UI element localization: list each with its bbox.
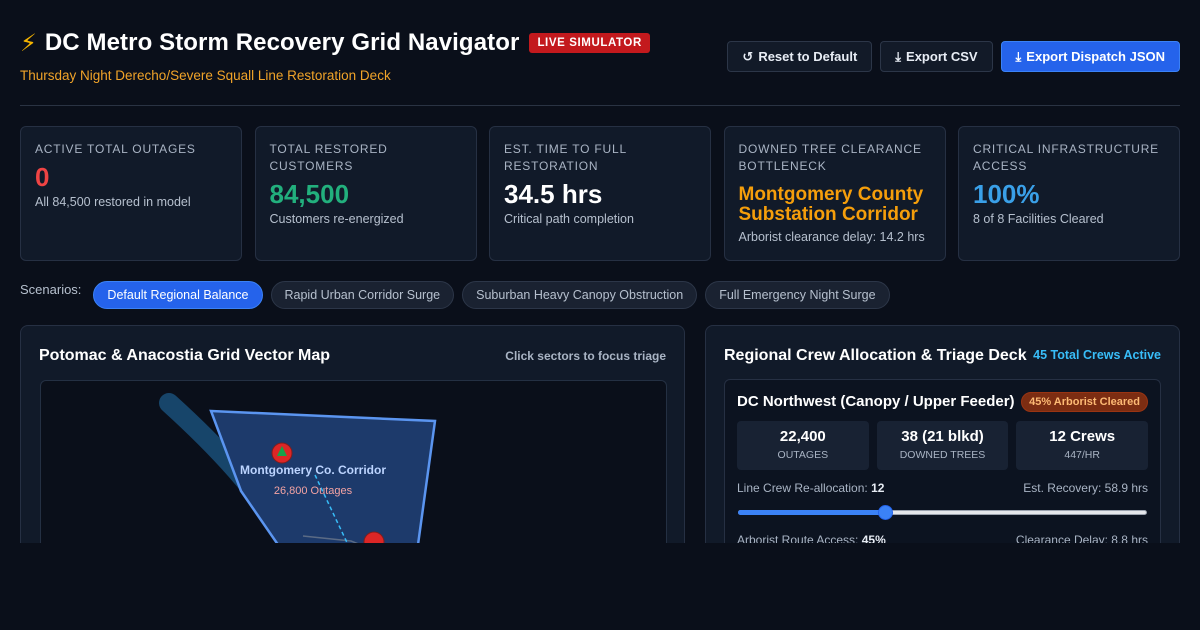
sector-stats: 22,400 Outages 38 (21 blkd) Downed Trees…: [737, 421, 1149, 470]
scenario-suburban-heavy-canopy[interactable]: Suburban Heavy Canopy Obstruction: [462, 281, 698, 309]
sector-label: Montgomery Co. Corridor: [240, 463, 386, 477]
kpi-value: 34.5 hrs: [504, 179, 603, 209]
kpi-sub: All 84,500 restored in model: [35, 195, 191, 209]
kpi-value: 84,500: [269, 179, 350, 209]
export-csv-label: Export CSV: [906, 49, 978, 64]
sector-name: DC Northwest (Canopy / Upper Feeder): [737, 393, 1015, 410]
kpi-card-active-outages: Active Total Outages 0 All 84,500 restor…: [20, 126, 242, 261]
arborist-label-text: Arborist Route Access:: [737, 533, 859, 543]
stat-outages: 22,400 Outages: [737, 421, 869, 470]
kpi-value: Montgomery County Substation Corridor: [738, 184, 924, 225]
kpi-value: 100%: [973, 179, 1040, 209]
arborist-cleared-badge: 45% Arborist Cleared: [1021, 392, 1148, 412]
kpi-sub: Arborist clearance delay: 14.2 hrs: [738, 230, 925, 244]
kpi-card-restored-customers: Total Restored Customers 84,500 Customer…: [254, 126, 477, 261]
kpi-sub: 8 of 8 Facilities Cleared: [973, 212, 1104, 226]
arborist-row: Arborist Route Access: 45% Clearance Del…: [737, 533, 1148, 543]
stat-label: Outages: [777, 449, 829, 461]
slider-thumb[interactable]: [878, 505, 894, 520]
kpi-label: Critical Infrastructure Access: [973, 142, 1159, 173]
reset-label: Reset to Default: [758, 49, 858, 64]
line-crew-value: 12: [871, 481, 885, 495]
scenario-selector: Scenarios: Default Regional Balance Rapi…: [20, 281, 890, 309]
stat-downed-trees: 38 (21 blkd) Downed Trees: [876, 421, 1009, 470]
stat-value: 38 (21 blkd): [901, 428, 984, 445]
export-json-label: Export Dispatch JSON: [1026, 49, 1165, 64]
live-simulator-badge: LIVE SIMULATOR: [529, 33, 650, 53]
kpi-row: Active Total Outages 0 All 84,500 restor…: [20, 126, 1180, 261]
kpi-value: 0: [35, 162, 50, 192]
clearance-delay: Clearance Delay: 8.8 hrs: [1015, 533, 1148, 543]
crews-active-count: 45 Total Crews Active: [1033, 348, 1161, 362]
stat-label: 447/hr: [1064, 449, 1100, 461]
arborist-value: 45%: [861, 533, 886, 543]
line-crew-slider[interactable]: [738, 505, 1147, 520]
stat-value: 22,400: [779, 428, 826, 445]
stat-crews: 12 Crews 447/hr: [1016, 421, 1149, 470]
map-panel-hint: Click sectors to focus triage: [505, 349, 666, 363]
kpi-card-infrastructure-access: Critical Infrastructure Access 100% 8 of…: [958, 126, 1180, 261]
sector-montgomery-corridor[interactable]: [209, 409, 437, 543]
arborist-label: Arborist Route Access: 45%: [737, 533, 886, 543]
scenario-default-regional-balance[interactable]: Default Regional Balance: [93, 281, 263, 309]
kpi-card-tree-bottleneck: Downed Tree Clearance Bottleneck Montgom…: [723, 126, 946, 261]
scenario-rapid-urban-corridor-surge[interactable]: Rapid Urban Corridor Surge: [270, 281, 455, 309]
est-recovery: Est. Recovery: 58.9 hrs: [1023, 481, 1148, 495]
map-svg: Montgomery Co. Corridor 26,800 Outages: [159, 393, 437, 543]
export-csv-button[interactable]: ⤓ Export CSV: [880, 41, 993, 72]
crew-allocation-panel: Regional Crew Allocation & Triage Deck 4…: [705, 325, 1180, 543]
header-actions: ↺ Reset to Default ⤓ Export CSV ⤓ Export…: [727, 41, 1180, 72]
download-icon: ⤓: [895, 48, 902, 64]
line-crew-label-text: Line Crew Re-allocation:: [737, 481, 868, 495]
kpi-sub: Critical path completion: [504, 212, 634, 226]
kpi-card-time-to-restoration: Est. Time to Full Restoration 34.5 hrs C…: [489, 126, 711, 261]
kpi-label: Total Restored Customers: [269, 142, 388, 173]
line-crew-row: Line Crew Re-allocation: 12 Est. Recover…: [737, 481, 1148, 495]
sector-card-dc-northwest[interactable]: DC Northwest (Canopy / Upper Feeder) 45%…: [724, 379, 1161, 543]
map-panel-title: Potomac & Anacostia Grid Vector Map: [39, 347, 331, 364]
header-divider: [20, 105, 1180, 106]
reset-icon: ↺: [742, 48, 754, 64]
kpi-label: Est. Time to Full Restoration: [504, 142, 627, 173]
kpi-label: Active Total Outages: [35, 142, 196, 156]
stat-value: 12 Crews: [1049, 428, 1116, 445]
sector-outages: 26,800 Outages: [274, 485, 353, 497]
kpi-sub: Customers re-energized: [269, 212, 404, 226]
crew-panel-title: Regional Crew Allocation & Triage Deck: [724, 347, 1027, 364]
stat-label: Downed Trees: [899, 449, 986, 461]
reset-to-default-button[interactable]: ↺ Reset to Default: [727, 41, 873, 72]
tree-icon[interactable]: [271, 442, 293, 464]
grid-vector-map[interactable]: Montgomery Co. Corridor 26,800 Outages: [40, 380, 667, 543]
lightning-bolt-icon: ⚡: [20, 29, 37, 57]
grid-map-panel: Potomac & Anacostia Grid Vector Map Clic…: [20, 325, 685, 543]
page-title: DC Metro Storm Recovery Grid Navigator: [44, 29, 520, 56]
kpi-label: Downed Tree Clearance Bottleneck: [738, 142, 922, 173]
download-icon: ⤓: [1015, 48, 1022, 64]
line-crew-label: Line Crew Re-allocation: 12: [737, 481, 884, 495]
export-dispatch-json-button[interactable]: ⤓ Export Dispatch JSON: [1000, 41, 1180, 72]
scenarios-label: Scenarios:: [20, 281, 82, 297]
scenario-full-emergency-night-surge[interactable]: Full Emergency Night Surge: [705, 281, 890, 309]
slider-fill: [738, 510, 886, 515]
